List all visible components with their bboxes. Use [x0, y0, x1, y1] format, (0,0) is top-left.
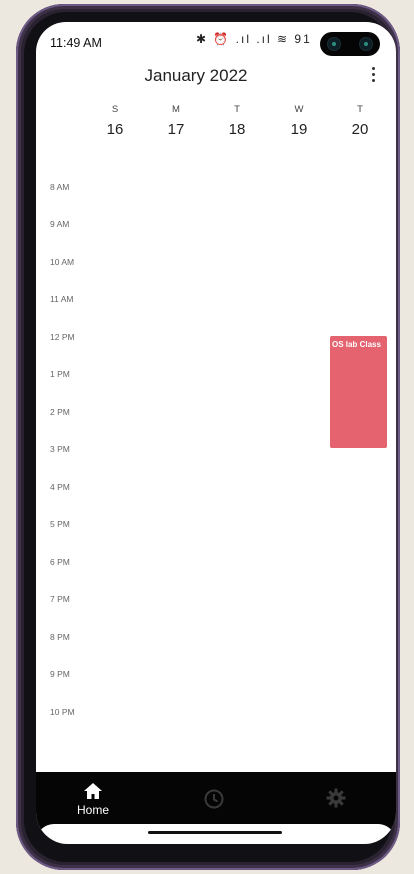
hour-label: 9 PM — [50, 669, 70, 679]
hour-label: 8 PM — [50, 632, 70, 642]
month-title[interactable]: January 2022 — [36, 66, 356, 86]
gesture-area — [36, 824, 396, 844]
hour-label: 4 PM — [50, 482, 70, 492]
day-letter: T — [357, 104, 363, 115]
nav-home[interactable]: Home — [63, 782, 123, 817]
nav-home-label: Home — [76, 803, 109, 817]
day-letter: S — [111, 104, 119, 115]
nav-settings[interactable] — [306, 782, 366, 808]
hour-label: 2 PM — [50, 407, 70, 417]
hour-label: 11 AM — [50, 294, 74, 304]
hour-label: 1 PM — [50, 369, 70, 379]
day-column-tue[interactable]: T 18 — [217, 104, 257, 138]
status-time: 11:49 AM — [50, 36, 102, 50]
event-os-lab-class[interactable]: OS lab Class — [330, 336, 387, 448]
hour-label: 7 PM — [50, 594, 70, 604]
hour-label: 6 PM — [50, 557, 70, 567]
screen: 11:49 AM ✱ ⏰ .ıl .ıl ≋ 91 January 2022 S… — [36, 22, 396, 844]
day-letter: M — [172, 104, 180, 115]
camera-lens-icon — [328, 38, 340, 50]
bottom-navigation: Home — [36, 772, 396, 844]
hour-label: 9 AM — [50, 219, 70, 229]
home-indicator[interactable] — [148, 831, 282, 834]
hour-label: 8 AM — [50, 182, 70, 192]
status-icons: ✱ ⏰ .ıl .ıl ≋ 91 — [196, 32, 312, 46]
day-column-thu[interactable]: T 20 — [340, 104, 380, 138]
day-letter: T — [234, 104, 240, 115]
day-number: 18 — [228, 121, 246, 138]
nav-history[interactable] — [184, 782, 244, 810]
camera-cutout — [320, 32, 380, 56]
day-number: 19 — [290, 121, 308, 138]
hour-label: 12 PM — [50, 332, 75, 342]
day-column-wed[interactable]: W 19 — [279, 104, 319, 138]
gear-icon — [326, 788, 346, 808]
day-letter: W — [294, 104, 304, 115]
day-number: 20 — [351, 121, 369, 138]
hour-label: 5 PM — [50, 519, 70, 529]
day-column-sun[interactable]: S 16 — [95, 104, 135, 138]
hour-label: 3 PM — [50, 444, 70, 454]
status-bar: 11:49 AM ✱ ⏰ .ıl .ıl ≋ 91 — [36, 22, 396, 56]
camera-lens-icon — [360, 38, 372, 50]
day-column-mon[interactable]: M 17 — [156, 104, 196, 138]
more-options-icon[interactable] — [366, 64, 380, 86]
day-number: 16 — [106, 121, 124, 138]
hour-label: 10 AM — [50, 257, 75, 267]
hour-label: 10 PM — [50, 707, 75, 717]
clock-icon — [204, 789, 224, 809]
day-number: 17 — [167, 121, 185, 138]
home-icon — [84, 783, 102, 799]
